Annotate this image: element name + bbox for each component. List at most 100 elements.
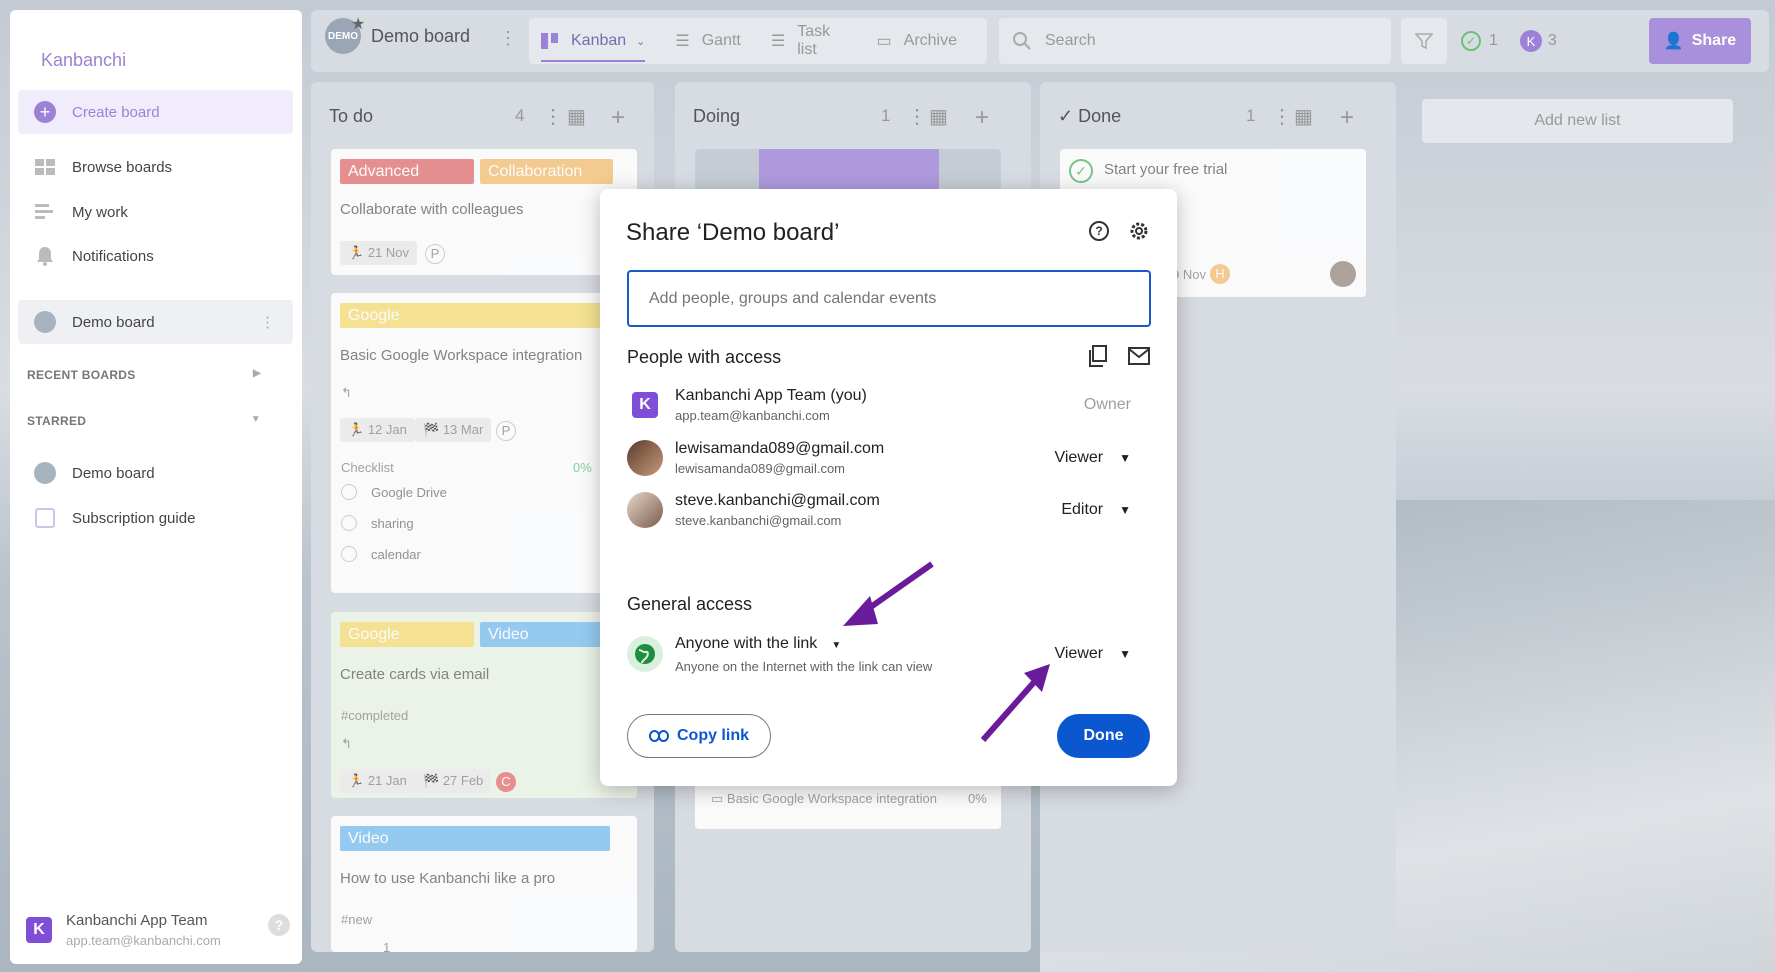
list-title: ✓ Done — [1058, 106, 1122, 126]
card-cover-accent — [759, 149, 939, 193]
starred-section[interactable]: STARRED ▼ — [27, 414, 287, 428]
calendar-icon — [34, 507, 56, 529]
subcard-link[interactable]: ▭ Basic Google Workspace integration — [711, 791, 937, 807]
search-icon — [1013, 32, 1031, 50]
board-avatar-icon — [34, 311, 56, 333]
check-circle-icon: ✓ — [1461, 31, 1481, 51]
card-video-pro[interactable]: Video How to use Kanbanchi like a pro #n… — [331, 816, 637, 955]
board-header[interactable]: DEMO ★ Demo board — [325, 16, 471, 54]
list-view-icon[interactable]: ▦ — [1294, 104, 1313, 129]
board-menu-icon[interactable]: ⋮ — [499, 28, 517, 49]
filter-icon — [1415, 33, 1433, 50]
checklist-item[interactable]: Google Drive — [341, 484, 447, 500]
tag-advanced: Advanced — [340, 159, 474, 184]
create-board-button[interactable]: + Create board — [18, 90, 293, 134]
add-card-icon[interactable]: + — [1340, 104, 1354, 132]
add-new-list-button[interactable]: Add new list — [1422, 99, 1733, 143]
checklist-title: Checklist — [341, 460, 394, 475]
tab-task-list[interactable]: ☰ Task list — [771, 23, 847, 59]
more-icon[interactable]: ⋮ — [907, 104, 927, 129]
tab-kanban[interactable]: Kanban ⌄ — [541, 32, 646, 62]
topbar: DEMO ★ Demo board ⋮ Kanban ⌄ ☰ Gantt ☰ T… — [311, 10, 1769, 72]
start-date-chip: 🏃 12 Jan — [340, 418, 415, 442]
role-dropdown[interactable]: Editor ▼ — [1061, 501, 1131, 519]
list-view-icon[interactable]: ▦ — [929, 104, 948, 129]
add-people-input[interactable] — [627, 270, 1151, 327]
priority-badge: P — [425, 244, 445, 264]
starred-item-demo-board[interactable]: Demo board — [18, 451, 293, 495]
person-email: steve.kanbanchi@gmail.com — [675, 513, 842, 528]
gantt-icon: ☰ — [675, 33, 690, 50]
card-collaborate[interactable]: Advanced Collaboration Collaborate with … — [331, 149, 637, 275]
copy-emails-icon[interactable] — [1086, 344, 1110, 368]
search-input[interactable]: Search — [999, 18, 1391, 64]
card-create-via-email[interactable]: Google Video Create cards via email #com… — [331, 612, 637, 798]
tag-google: Google — [340, 303, 630, 328]
person-name: lewisamanda089@gmail.com — [675, 440, 885, 457]
tab-archive[interactable]: ▭ Archive — [877, 31, 957, 51]
mail-icon[interactable] — [1127, 344, 1151, 368]
list-count: 1 — [1246, 106, 1256, 125]
link-access-description: Anyone on the Internet with the link can… — [675, 658, 933, 674]
start-date-chip: 🏃 21 Jan — [340, 769, 415, 793]
link-access-dropdown[interactable]: Anyone with the link ▼ — [675, 635, 932, 653]
add-card-icon[interactable]: + — [975, 104, 989, 132]
member-avatar[interactable]: K — [1519, 30, 1542, 52]
starred-item-subscription-guide[interactable]: Subscription guide — [18, 496, 293, 540]
help-icon[interactable]: ? — [1087, 219, 1111, 243]
share-people-icon: 👤 — [1663, 33, 1684, 50]
date-chip: 🏃 21 Nov — [340, 241, 418, 265]
person-name: steve.kanbanchi@gmail.com — [675, 492, 880, 509]
gear-icon[interactable] — [1127, 219, 1151, 243]
priority-badge: C — [496, 772, 516, 792]
person-row-editor: steve.kanbanchi@gmail.com steve.kanbanch… — [627, 485, 1151, 535]
my-work-icon — [34, 201, 56, 223]
sidebar-item-my-work[interactable]: My work — [18, 190, 293, 234]
person-email: lewisamanda089@gmail.com — [675, 461, 845, 476]
user-name: Kanbanchi App Team — [66, 912, 208, 929]
priority-badge: P — [496, 421, 516, 441]
filter-button[interactable] — [1401, 18, 1447, 64]
star-icon[interactable]: ★ — [351, 14, 365, 34]
done-button[interactable]: Done — [1057, 714, 1150, 758]
card-google-integration[interactable]: Google Basic Google Workspace integratio… — [331, 293, 637, 593]
user-profile[interactable]: K Kanbanchi App Team app.team@kanbanchi.… — [26, 912, 296, 948]
owner-avatar: K — [627, 387, 663, 423]
sidebar-current-board[interactable]: Demo board ⋮ — [18, 300, 293, 344]
person-email: app.team@kanbanchi.com — [675, 408, 830, 423]
list-view-icon[interactable]: ▦ — [567, 104, 586, 129]
role-owner: Owner — [1083, 396, 1131, 413]
list-count: 4 — [515, 106, 525, 125]
caret-down-icon: ▼ — [1119, 647, 1131, 661]
role-dropdown[interactable]: Viewer ▼ — [1054, 449, 1131, 467]
add-card-icon[interactable]: + — [611, 104, 625, 132]
check-circle-icon[interactable]: ✓ — [1069, 159, 1093, 183]
card-title: Basic Google Workspace integration — [340, 347, 583, 364]
board-title: Demo board — [371, 25, 471, 46]
list-count: 1 — [881, 106, 891, 125]
checklist-item[interactable]: sharing — [341, 515, 414, 531]
checklist-item[interactable]: calendar — [341, 546, 421, 562]
svg-text:?: ? — [1095, 224, 1102, 238]
more-icon[interactable]: ⋮ — [260, 313, 275, 331]
share-button[interactable]: 👤 Share — [1649, 18, 1751, 64]
tab-gantt[interactable]: ☰ Gantt — [675, 31, 740, 51]
general-role-dropdown[interactable]: Viewer ▼ — [1054, 645, 1131, 663]
user-email: app.team@kanbanchi.com — [66, 933, 221, 948]
sidebar-item-browse-boards[interactable]: Browse boards — [18, 145, 293, 189]
help-icon[interactable]: ? — [268, 914, 290, 936]
card-title: How to use Kanbanchi like a pro — [340, 870, 556, 887]
person-row-owner: K Kanbanchi App Team (you) app.team@kanb… — [627, 380, 1151, 430]
board-counters: ✓ 1 K 3 — [1461, 30, 1557, 52]
more-icon[interactable]: ⋮ — [543, 104, 563, 129]
list-title: Doing — [693, 106, 741, 126]
recent-boards-section[interactable]: RECENT BOARDS ▶ — [27, 368, 287, 382]
chevron-down-icon: ▼ — [250, 414, 261, 425]
subcard-icon: ↰ — [341, 385, 352, 400]
checklist-percent: 0% — [573, 460, 592, 475]
more-icon[interactable]: ⋮ — [1272, 104, 1292, 129]
user-avatar: K — [26, 917, 52, 943]
dialog-title: Share ‘Demo board’ — [626, 219, 840, 246]
copy-link-button[interactable]: Copy link — [627, 714, 771, 758]
sidebar-item-notifications[interactable]: Notifications — [18, 234, 293, 278]
